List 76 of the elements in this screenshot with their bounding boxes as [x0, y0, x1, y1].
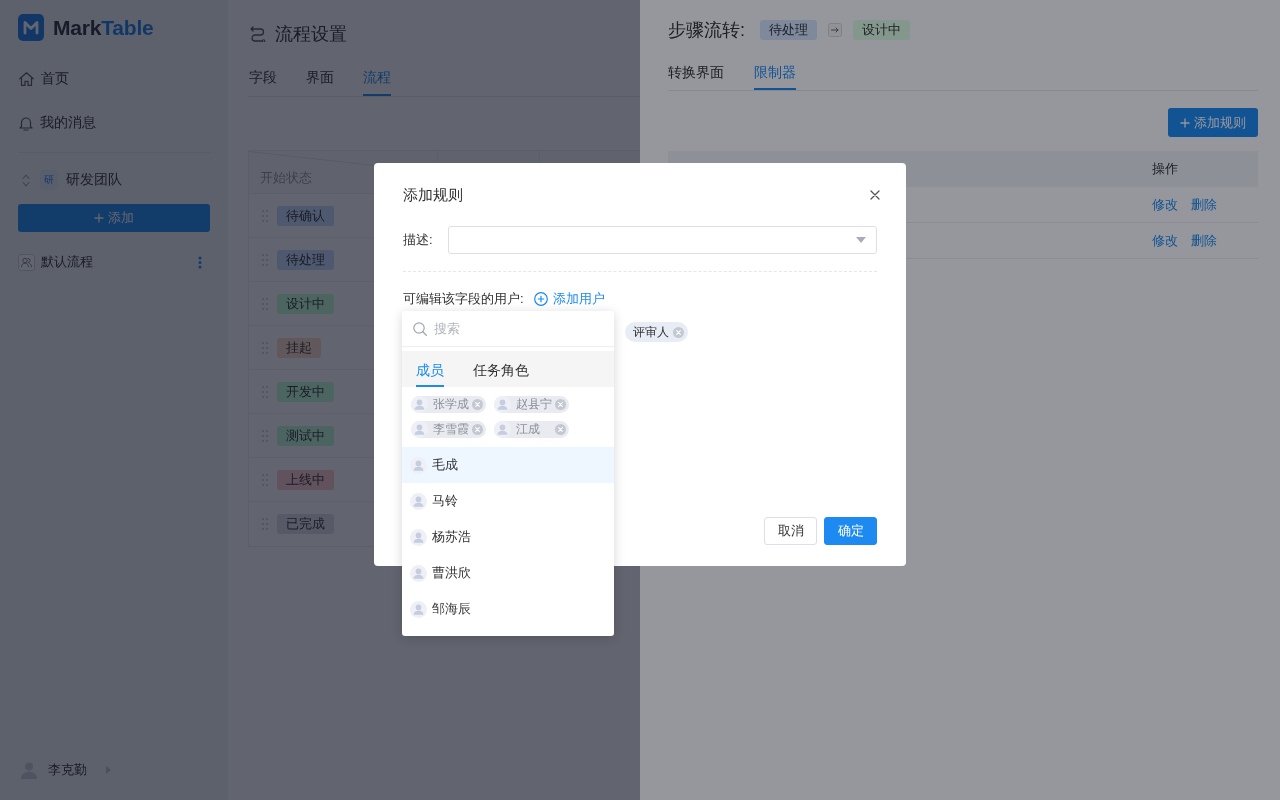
team-initial-badge: 研	[40, 170, 58, 190]
delete-link[interactable]: 删除	[1191, 231, 1217, 250]
remove-icon[interactable]	[555, 424, 566, 435]
more-icon[interactable]	[198, 255, 202, 269]
cancel-button[interactable]: 取消	[764, 517, 817, 545]
status-tag: 测试中	[277, 425, 334, 446]
member-option[interactable]: 曹洪欣	[402, 555, 614, 591]
logo-icon	[18, 14, 44, 41]
description-select[interactable]	[448, 226, 877, 254]
member-option[interactable]: 毛成	[402, 447, 614, 483]
sort-icon[interactable]	[22, 173, 30, 187]
remove-icon[interactable]	[472, 399, 483, 410]
member-name: 李雪霞	[433, 421, 470, 438]
tab[interactable]: 字段	[249, 60, 277, 96]
add-rule-button[interactable]: 添加规则	[1168, 108, 1258, 137]
remove-icon[interactable]	[555, 399, 566, 410]
member-name: 赵县宁	[516, 396, 553, 413]
tab[interactable]: 成员	[416, 351, 444, 387]
column-header: 操作	[1152, 160, 1178, 178]
nav-item[interactable]: 我的消息	[18, 101, 96, 145]
delete-link[interactable]: 删除	[1191, 195, 1217, 214]
user-menu[interactable]: 李克勤	[18, 758, 111, 782]
tab[interactable]: 限制器	[754, 60, 796, 90]
tab[interactable]: 流程	[363, 60, 391, 96]
avatar-icon	[410, 492, 427, 510]
remove-icon[interactable]	[472, 424, 483, 435]
status-tag: 已完成	[277, 514, 334, 534]
member-option[interactable]: 杨苏浩	[402, 519, 614, 555]
field-label: 可编辑该字段的用户:	[403, 290, 524, 308]
status-tag: 待确认	[277, 205, 334, 226]
nav-item[interactable]: 首页	[18, 57, 69, 101]
role-name: 评审人	[633, 323, 669, 341]
search-field[interactable]: 搜索	[434, 314, 606, 343]
users-icon	[18, 253, 35, 271]
search-icon	[413, 321, 427, 336]
member-option[interactable]: 邹海辰	[402, 591, 614, 627]
caret-down-icon	[856, 237, 866, 243]
member-name: 江成	[516, 421, 541, 438]
field-label: 描述:	[403, 231, 434, 249]
plus-circle-icon	[533, 292, 548, 306]
tab[interactable]: 转换界面	[668, 60, 724, 90]
bell-icon	[19, 115, 33, 131]
close-icon	[870, 190, 880, 200]
workflow-item[interactable]: 默认流程	[18, 253, 93, 271]
status-tag: 待处理	[760, 20, 817, 40]
remove-icon[interactable]	[673, 326, 684, 338]
status-tag: 设计中	[853, 20, 910, 40]
status-tag: 挂起	[277, 337, 321, 358]
flow-icon	[250, 26, 266, 42]
close-button[interactable]	[870, 190, 880, 200]
dialog-title: 添加规则	[403, 185, 463, 205]
plus-icon	[1180, 117, 1190, 128]
avatar-icon	[410, 528, 427, 546]
avatar-icon	[410, 456, 427, 474]
confirm-button[interactable]: 确定	[824, 517, 877, 545]
edit-link[interactable]: 修改	[1152, 195, 1178, 214]
arrow-right-icon	[828, 23, 842, 37]
plus-icon	[94, 213, 104, 223]
add-button[interactable]: 添加	[18, 204, 210, 232]
status-tag: 待处理	[277, 249, 334, 270]
edit-link[interactable]: 修改	[1152, 231, 1178, 250]
avatar-icon	[410, 564, 427, 582]
tab[interactable]: 任务角色	[473, 351, 529, 387]
status-tag: 上线中	[277, 469, 334, 490]
page-title: 流程设置	[275, 23, 347, 46]
tab[interactable]: 界面	[306, 60, 334, 96]
home-icon	[19, 72, 34, 86]
team-name: 研发团队	[66, 171, 122, 189]
avatar-icon	[410, 600, 427, 618]
status-tag: 开发中	[277, 381, 334, 402]
status-tag: 设计中	[277, 293, 334, 314]
logo-text: MarkTable	[53, 15, 154, 41]
member-option[interactable]: 马铃	[402, 483, 614, 519]
member-name: 张学成	[433, 396, 470, 413]
add-user-link[interactable]: 添加用户	[533, 290, 605, 308]
drawer-title: 步骤流转:	[668, 19, 745, 42]
